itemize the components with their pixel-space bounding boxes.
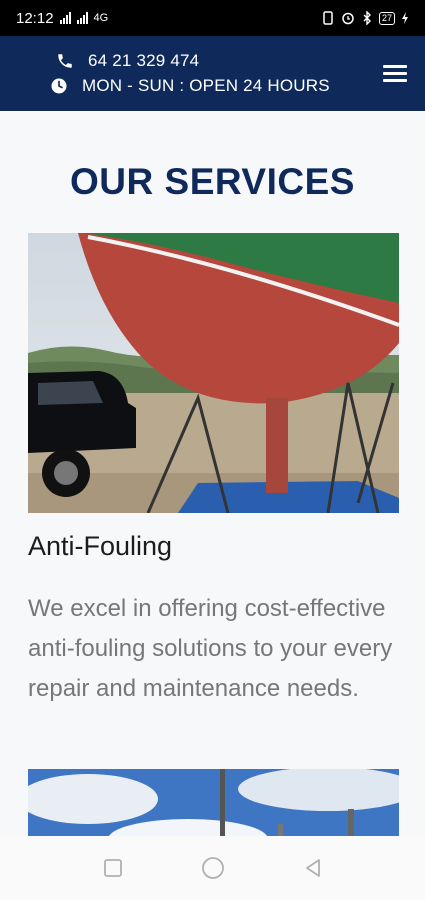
circle-icon (201, 857, 224, 879)
status-right: 27 (321, 11, 409, 25)
clock-icon (51, 78, 67, 94)
main-content: OUR SERVICES Anti-Fouling We excel in of… (0, 111, 425, 836)
battery-icon: 27 (378, 11, 395, 25)
status-bar: 12:12 4G 27 (0, 0, 425, 36)
square-icon (103, 859, 122, 877)
recent-apps-button[interactable] (100, 855, 126, 881)
home-button[interactable] (200, 855, 226, 881)
site-header: 64 21 329 474 MON - SUN : OPEN 24 HOURS (0, 36, 425, 111)
service-description: We excel in offering cost-effective anti… (28, 595, 393, 702)
status-left: 12:12 4G (16, 10, 108, 27)
phone-number[interactable]: 64 21 329 474 (88, 51, 199, 71)
battery-level: 27 (381, 12, 392, 23)
service-title: Anti-Fouling (28, 531, 173, 561)
back-button[interactable] (300, 855, 326, 881)
system-nav-bar (0, 836, 425, 900)
vibrate-icon (323, 11, 333, 25)
service-image-anti-fouling (28, 233, 399, 513)
page-title: OUR SERVICES (70, 161, 355, 202)
phone-row[interactable]: 64 21 329 474 (56, 51, 199, 71)
bluetooth-icon (363, 11, 371, 25)
menu-icon[interactable] (383, 65, 407, 83)
signal-icon-2 (76, 12, 88, 24)
service-image-next (28, 769, 399, 836)
signal-icon (59, 12, 71, 24)
hours-row: MON - SUN : OPEN 24 HOURS (50, 76, 330, 96)
alarm-icon (342, 12, 354, 25)
opening-hours: MON - SUN : OPEN 24 HOURS (82, 76, 330, 95)
status-time: 12:12 (16, 9, 54, 27)
charging-icon (402, 12, 408, 24)
network-type-label: 4G (93, 12, 109, 24)
phone-icon (58, 54, 72, 68)
triangle-back-icon (305, 859, 320, 877)
